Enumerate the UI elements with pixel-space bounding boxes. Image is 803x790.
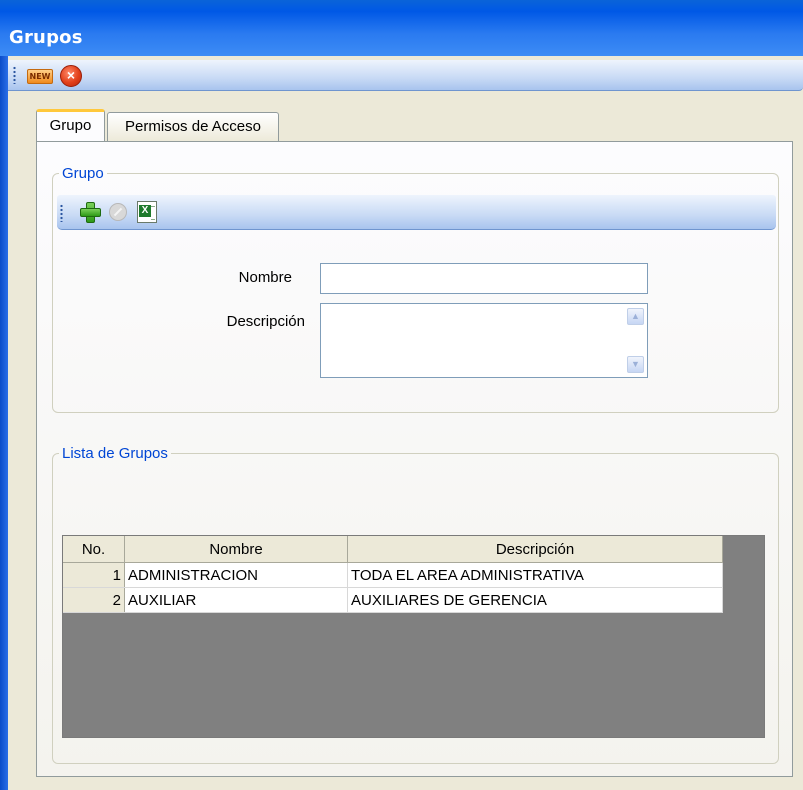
cell-no: 1 [63, 562, 125, 588]
toolbar-grip[interactable] [13, 66, 16, 84]
close-icon[interactable]: × [60, 65, 82, 87]
scroll-up-icon[interactable]: ▲ [627, 308, 644, 325]
window-border-left [0, 56, 8, 790]
tab-grupo-label: Grupo [49, 117, 92, 134]
grupo-toolbar [57, 195, 776, 230]
scroll-down-icon[interactable]: ▼ [627, 356, 644, 373]
cancel-icon[interactable] [109, 203, 127, 221]
main-toolbar: NEW × [8, 60, 803, 91]
cell-descripcion: AUXILIARES DE GERENCIA [347, 587, 723, 613]
grupo-legend: Grupo [62, 165, 104, 182]
cell-descripcion: TODA EL AREA ADMINISTRATIVA [347, 562, 723, 588]
title-bar: Grupos [0, 0, 803, 56]
descripcion-field[interactable]: ▲ ▼ [320, 303, 648, 378]
table-row[interactable]: 1 ADMINISTRACION TODA EL AREA ADMINISTRA… [63, 562, 723, 588]
add-icon[interactable] [79, 201, 101, 223]
tab-permisos-de-acceso[interactable]: Permisos de Acceso [107, 112, 279, 142]
new-icon[interactable]: NEW [27, 69, 53, 84]
tab-permisos-label: Permisos de Acceso [125, 118, 261, 135]
descripcion-label: Descripción [226, 313, 305, 330]
column-header-no[interactable]: No. [63, 536, 125, 563]
excel-export-icon[interactable] [137, 201, 157, 223]
column-header-nombre[interactable]: Nombre [124, 536, 348, 563]
table-row[interactable]: 2 AUXILIAR AUXILIARES DE GERENCIA [63, 587, 723, 613]
cell-no: 2 [63, 587, 125, 613]
window-title: Grupos [9, 27, 83, 48]
nombre-label: Nombre [238, 269, 292, 286]
grupos-table: No. Nombre Descripción 1 ADMINISTRACION … [63, 536, 723, 613]
table-header-row: No. Nombre Descripción [63, 536, 723, 563]
cell-nombre: ADMINISTRACION [124, 562, 348, 588]
lista-legend: Lista de Grupos [62, 445, 168, 462]
grupos-window: Grupos NEW × Grupo Permisos de Acceso Gr… [0, 0, 803, 790]
nombre-field[interactable] [320, 263, 648, 294]
cell-nombre: AUXILIAR [124, 587, 348, 613]
grupos-grid[interactable]: No. Nombre Descripción 1 ADMINISTRACION … [62, 535, 765, 738]
column-header-descripcion[interactable]: Descripción [347, 536, 723, 563]
grupo-toolbar-grip[interactable] [60, 204, 63, 222]
tab-grupo[interactable]: Grupo [36, 109, 105, 141]
